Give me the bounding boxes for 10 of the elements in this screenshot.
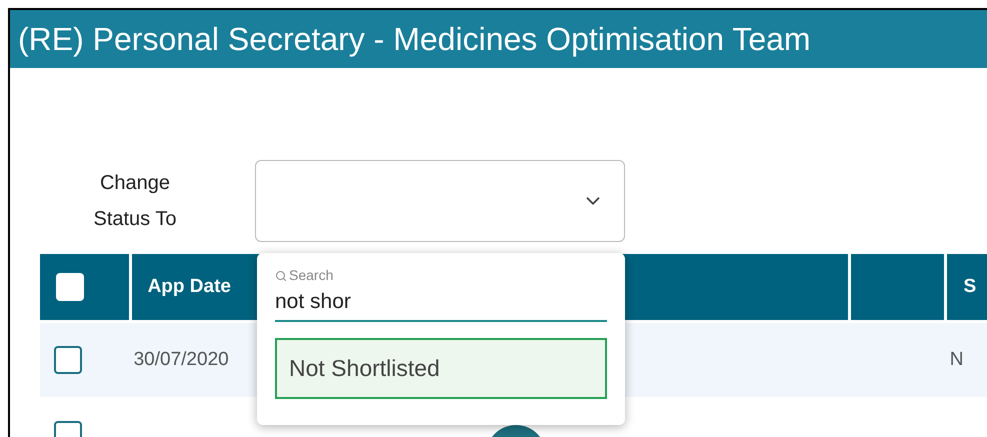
checkbox[interactable] <box>56 273 84 301</box>
field-label: Change Status To <box>92 171 178 232</box>
checkbox[interactable] <box>54 346 82 374</box>
search-field[interactable]: not shor <box>275 286 607 322</box>
window-title: (RE) Personal Secretary - Medicines Optimisation Team <box>18 20 811 59</box>
table-header-cell: S <box>947 254 987 320</box>
table-cell: N <box>950 348 964 370</box>
search-icon <box>275 270 287 282</box>
dropdown-option[interactable]: Not Shortlisted <box>275 338 607 398</box>
table-cell: 30/07/2020 <box>134 348 229 370</box>
